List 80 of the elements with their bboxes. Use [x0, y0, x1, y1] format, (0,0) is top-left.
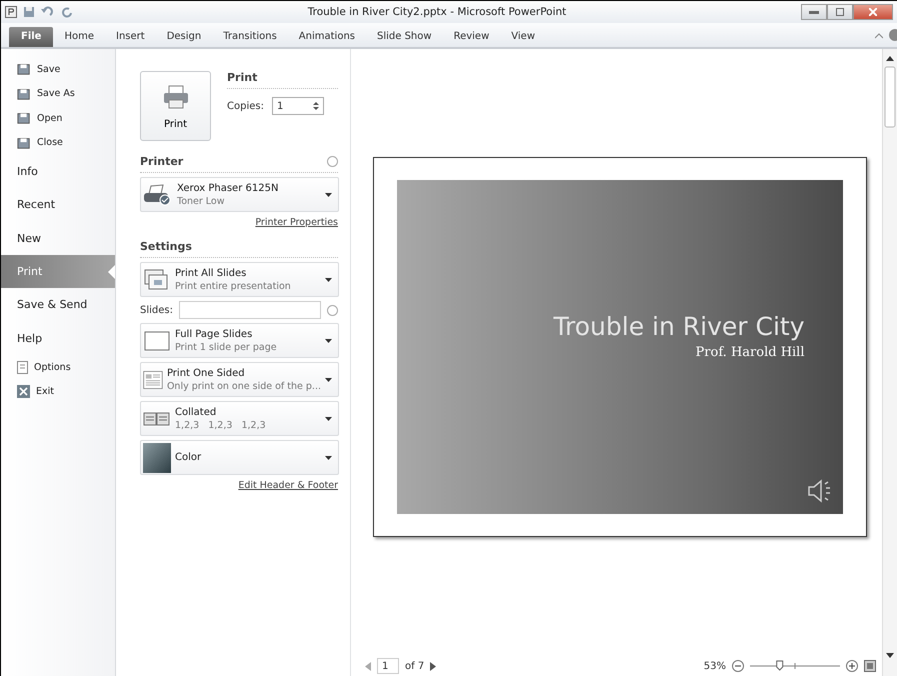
edit-header-footer-link[interactable]: Edit Header & Footer — [140, 480, 338, 491]
info-icon[interactable] — [327, 156, 338, 167]
slide-title: Trouble in River City — [553, 312, 804, 341]
caret-icon — [325, 378, 332, 382]
restore-button[interactable] — [827, 4, 853, 20]
caret-icon — [325, 338, 332, 342]
ribbon-tab[interactable]: View — [500, 27, 546, 47]
caret-icon — [325, 416, 332, 420]
printer-properties-link[interactable]: Printer Properties — [140, 217, 338, 228]
zoom-in-icon[interactable] — [846, 660, 858, 672]
scroll-thumb[interactable] — [884, 66, 896, 128]
ribbon-tab[interactable]: Animations — [288, 27, 366, 47]
previous-page-icon[interactable] — [365, 662, 371, 670]
section-heading: Print — [227, 71, 258, 84]
scroll-down-icon[interactable] — [886, 653, 894, 658]
zoom-out-icon[interactable] — [732, 660, 744, 672]
section-heading: Printer — [140, 155, 184, 168]
setting-dropdown[interactable]: Collated 1,2,3 1,2,3 1,2,3 — [140, 401, 339, 436]
close-button[interactable] — [853, 4, 893, 20]
backstage-nav-item[interactable]: Exit — [1, 379, 115, 404]
backstage-nav-item[interactable]: Save & Send — [1, 288, 115, 322]
collated-pages-icon — [143, 410, 171, 428]
backstage-nav-item[interactable]: Close — [1, 130, 115, 155]
scroll-up-icon[interactable] — [886, 56, 894, 61]
slides-label: Slides: — [140, 304, 173, 316]
backstage-nav-item[interactable]: Help — [1, 321, 115, 355]
ribbon-tab[interactable]: Slide Show — [366, 27, 443, 47]
close-icon — [869, 8, 877, 16]
section-heading: Settings — [140, 240, 192, 253]
next-page-icon[interactable] — [430, 662, 436, 670]
backstage-nav-item[interactable]: New — [1, 222, 115, 255]
backstage-nav-item[interactable]: Open — [1, 106, 115, 130]
exit-icon — [17, 385, 30, 398]
backstage-nav-item[interactable]: Recent — [1, 188, 115, 222]
backstage-nav-item[interactable]: Options — [1, 354, 115, 380]
save-icon[interactable] — [23, 6, 35, 18]
restore-icon — [836, 8, 844, 16]
backstage-nav-item[interactable]: Save As — [1, 82, 115, 106]
vertical-scrollbar[interactable] — [882, 49, 897, 676]
setting-dropdown[interactable]: Full Page Slides Print 1 slide per page — [140, 323, 339, 358]
fit-to-window-icon[interactable] — [864, 660, 876, 672]
slides-input-field[interactable] — [178, 301, 321, 319]
caret-icon — [325, 278, 332, 282]
minimize-button[interactable] — [801, 4, 827, 20]
copies-label: Copies: — [227, 100, 264, 112]
app-logo-icon — [5, 6, 17, 18]
window-title: Trouble in River City2.pptx - Microsoft PowerPoint — [306, 6, 568, 18]
caret-icon — [325, 192, 332, 196]
color-swatch-icon — [143, 442, 171, 472]
undo-icon[interactable] — [41, 6, 55, 18]
print-button[interactable]: Print — [140, 71, 211, 141]
page-total: of 7 — [405, 660, 424, 672]
ribbon-tab[interactable]: Review — [442, 27, 500, 47]
backstage-nav-item[interactable]: Info — [1, 155, 115, 188]
printer-icon — [162, 85, 188, 109]
caret-icon — [325, 456, 332, 460]
setting-dropdown[interactable]: Color — [140, 440, 339, 475]
zoom-slider-thumb[interactable] — [776, 660, 784, 671]
collapse-ribbon-icon[interactable] — [875, 33, 883, 39]
ribbon-tab[interactable]: Design — [156, 27, 212, 47]
ribbon-tab[interactable]: File — [9, 27, 54, 47]
printer-icon — [143, 184, 173, 206]
blank-page-icon — [143, 330, 171, 352]
options-page-icon — [17, 360, 28, 374]
zoom-level: 53% — [704, 660, 726, 672]
printer-dropdown[interactable]: Xerox Phaser 6125N Toner Low — [140, 177, 339, 212]
redo-icon[interactable] — [61, 6, 73, 18]
info-icon[interactable] — [327, 304, 338, 316]
ribbon-tab[interactable]: Home — [53, 27, 105, 47]
ribbon-tab[interactable]: Insert — [105, 27, 156, 47]
setting-dropdown[interactable]: Print All Slides Print entire presentation — [140, 262, 339, 297]
ribbon-tab[interactable]: Transitions — [212, 27, 288, 47]
backstage-nav-item[interactable]: Print — [1, 254, 115, 288]
slide-subtitle: Prof. Harold Hill — [696, 345, 804, 360]
backstage-nav-item[interactable]: Save — [1, 57, 115, 82]
setting-dropdown[interactable]: Print One Sided Only print on one side of the p... — [140, 362, 339, 397]
minimize-icon — [809, 10, 819, 14]
page-number-field[interactable]: 1 — [377, 658, 399, 674]
save-icon — [17, 62, 31, 76]
copies-spinner[interactable]: 1 — [272, 97, 324, 115]
